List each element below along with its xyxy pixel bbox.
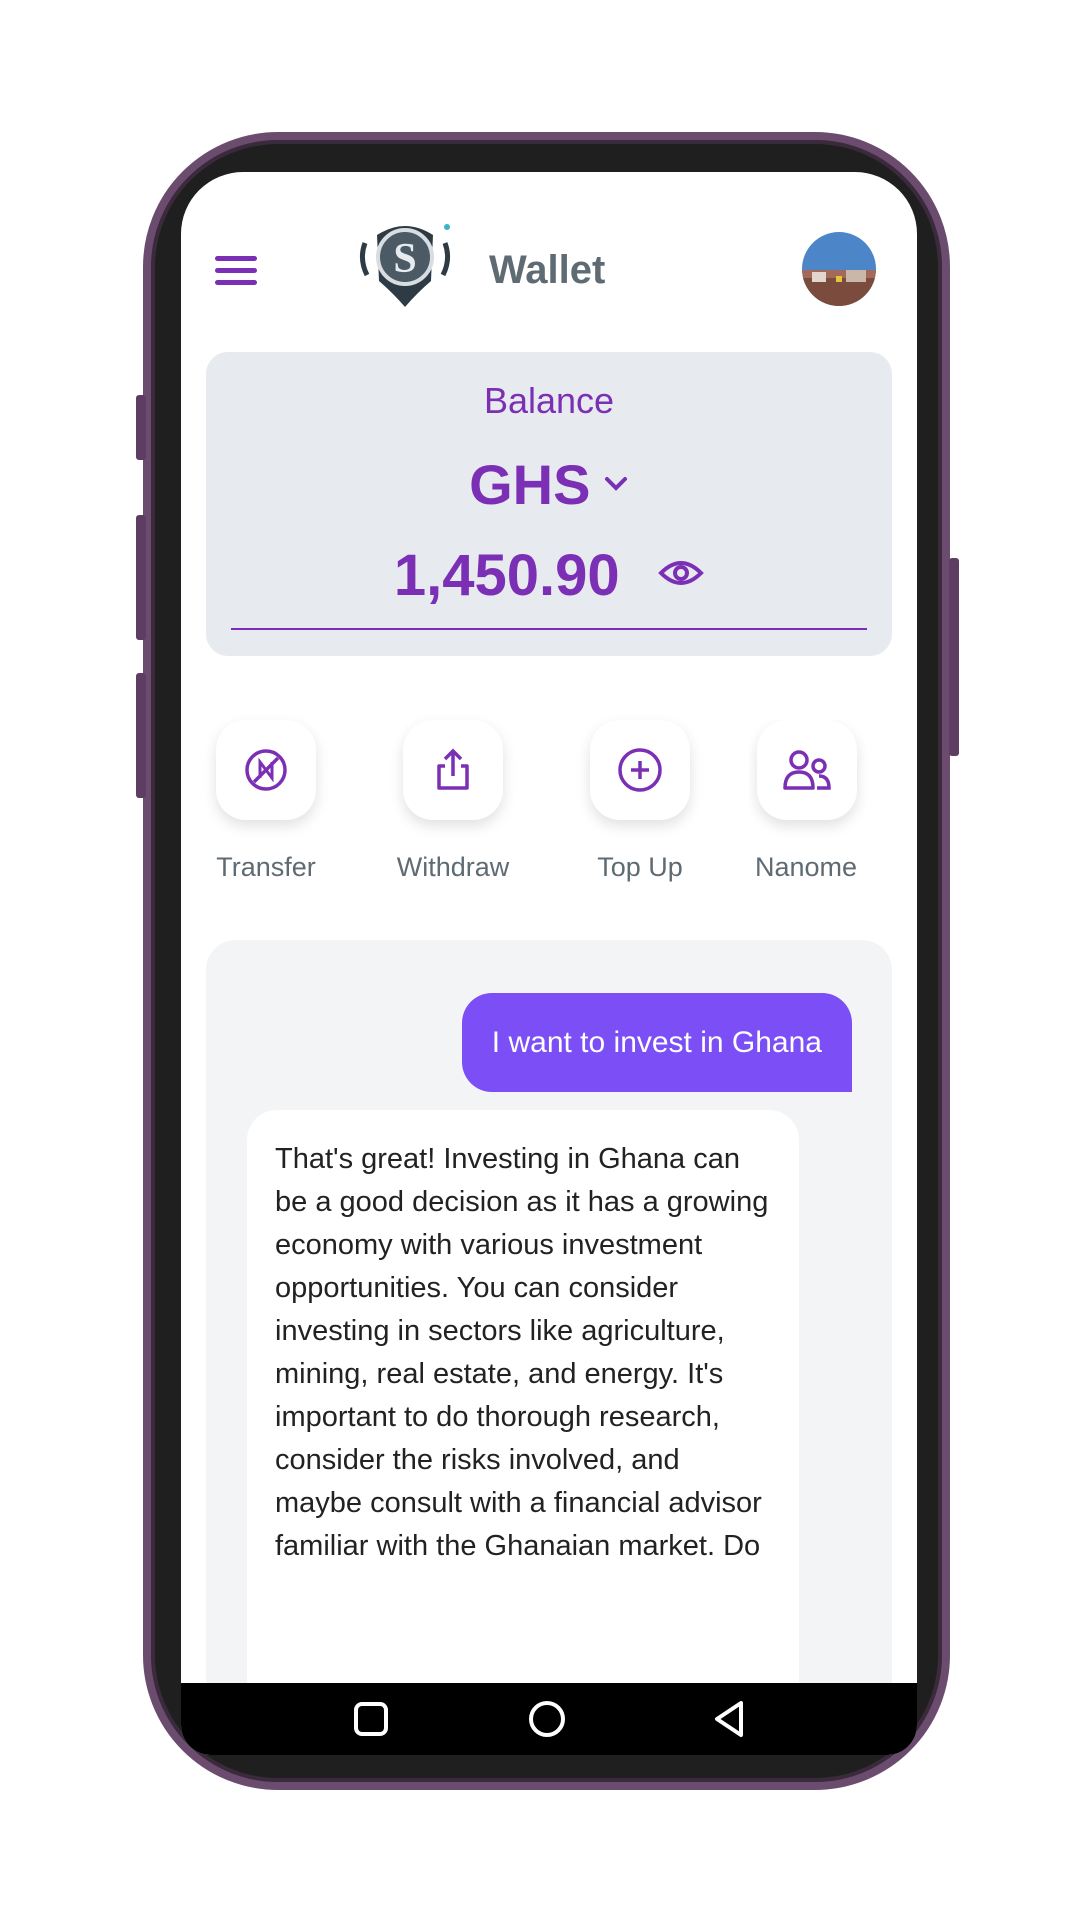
user-avatar[interactable] — [802, 232, 876, 306]
transfer-action[interactable]: Transfer — [191, 720, 341, 883]
currency-selector[interactable]: GHS — [206, 452, 892, 517]
topup-label: Top Up — [597, 852, 683, 882]
chat-panel[interactable]: I want to invest in Ghana That's great! … — [206, 940, 892, 1755]
transfer-button[interactable] — [216, 720, 316, 820]
withdraw-button[interactable] — [403, 720, 503, 820]
nanome-button[interactable] — [757, 720, 857, 820]
volume-down-button — [136, 673, 146, 798]
hamburger-menu-icon[interactable] — [215, 256, 257, 288]
balance-amount: 1,450.90 — [393, 543, 620, 608]
chevron-down-icon — [603, 475, 629, 498]
withdraw-label: Withdraw — [396, 852, 510, 882]
page-title: Wallet — [489, 248, 606, 292]
bot-message-bubble: That's great! Investing in Ghana can be … — [247, 1110, 799, 1755]
app-logo: S — [357, 217, 453, 309]
balance-card: Balance GHS 1,450.90 — [206, 352, 892, 656]
system-navigation-bar — [181, 1683, 917, 1755]
topup-action[interactable]: Top Up — [565, 720, 715, 883]
home-icon[interactable] — [527, 1699, 567, 1744]
nanome-action[interactable]: Nanome — [749, 720, 917, 883]
no-transfer-icon — [245, 749, 287, 791]
transfer-label: Transfer — [216, 852, 316, 882]
eye-icon[interactable] — [658, 557, 704, 594]
balance-label: Balance — [483, 380, 615, 421]
phone-screen: S Wallet Balance GHS 1,450.90 Transfer W… — [181, 172, 917, 1755]
volume-up-button — [136, 515, 146, 640]
user-message-bubble: I want to invest in Ghana — [461, 993, 852, 1092]
power-button — [949, 558, 959, 756]
withdraw-action[interactable]: Withdraw — [378, 720, 528, 883]
back-icon[interactable] — [709, 1699, 749, 1744]
plus-circle-icon — [618, 748, 662, 792]
topup-button[interactable] — [590, 720, 690, 820]
currency-code: GHS — [469, 453, 591, 516]
svg-text:S: S — [393, 236, 416, 282]
share-upload-icon — [437, 748, 469, 790]
side-button — [136, 395, 146, 460]
divider — [231, 628, 867, 630]
people-icon — [783, 750, 831, 790]
nanome-label: Nanome — [755, 852, 858, 882]
recents-icon[interactable] — [351, 1699, 391, 1744]
